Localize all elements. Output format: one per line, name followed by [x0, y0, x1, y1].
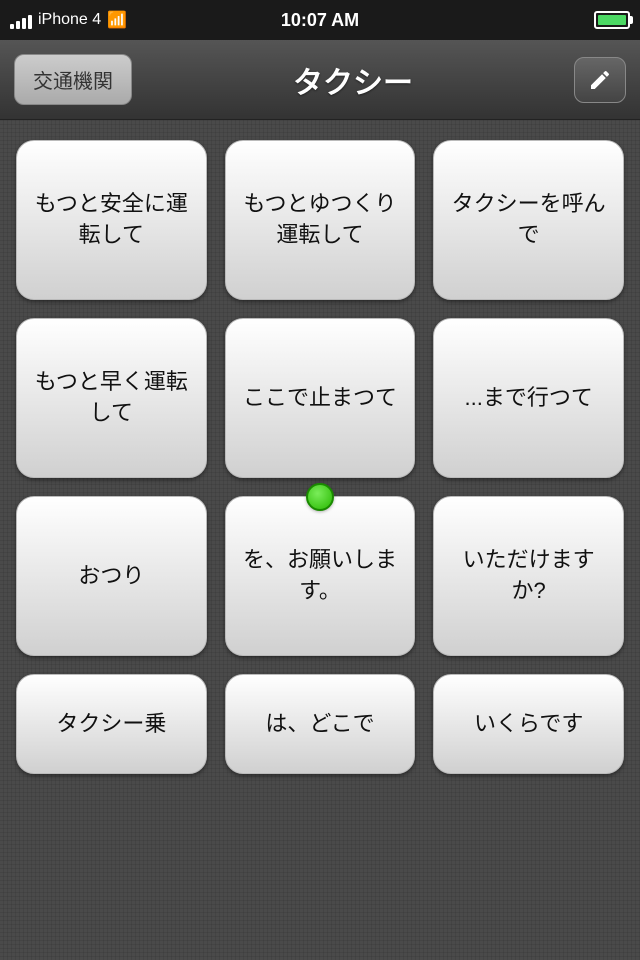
active-dot	[306, 483, 334, 511]
status-bar: iPhone 4 📶 10:07 AM	[0, 0, 640, 40]
phrase-card-1[interactable]: もつと安全に運転して	[16, 140, 207, 300]
phrase-grid: もつと安全に運転して もつとゆつくり運転して タクシーを呼んで もつと早く運転し…	[16, 140, 624, 774]
signal-bars-icon	[10, 11, 32, 29]
time-label: 10:07 AM	[217, 10, 424, 31]
status-left: iPhone 4 📶	[10, 10, 217, 30]
main-content: もつと安全に運転して もつとゆつくり運転して タクシーを呼んで もつと早く運転し…	[0, 120, 640, 960]
phrase-card-5[interactable]: ここで止まつて	[225, 318, 416, 478]
carrier-label: iPhone 4	[38, 11, 101, 29]
edit-button[interactable]	[574, 57, 626, 103]
pencil-icon	[588, 68, 612, 92]
battery-icon	[594, 11, 630, 29]
phrase-card-9[interactable]: いただけますか?	[433, 496, 624, 656]
nav-title: タクシー	[293, 58, 413, 102]
wifi-icon: 📶	[107, 10, 127, 30]
phrase-card-7[interactable]: おつり	[16, 496, 207, 656]
battery-fill	[598, 15, 626, 25]
phrase-card-11[interactable]: は、どこで	[225, 674, 416, 774]
nav-bar: 交通機関 タクシー	[0, 40, 640, 120]
status-right	[423, 11, 630, 29]
back-button[interactable]: 交通機関	[14, 54, 132, 105]
phrase-card-6[interactable]: ...まで行つて	[433, 318, 624, 478]
phrase-card-12[interactable]: いくらです	[433, 674, 624, 774]
phrase-card-8[interactable]: を、お願いします。	[225, 496, 416, 656]
phrase-card-4[interactable]: もつと早く運転して	[16, 318, 207, 478]
phrase-card-3[interactable]: タクシーを呼んで	[433, 140, 624, 300]
phrase-card-10[interactable]: タクシー乗	[16, 674, 207, 774]
phrase-card-2[interactable]: もつとゆつくり運転して	[225, 140, 416, 300]
